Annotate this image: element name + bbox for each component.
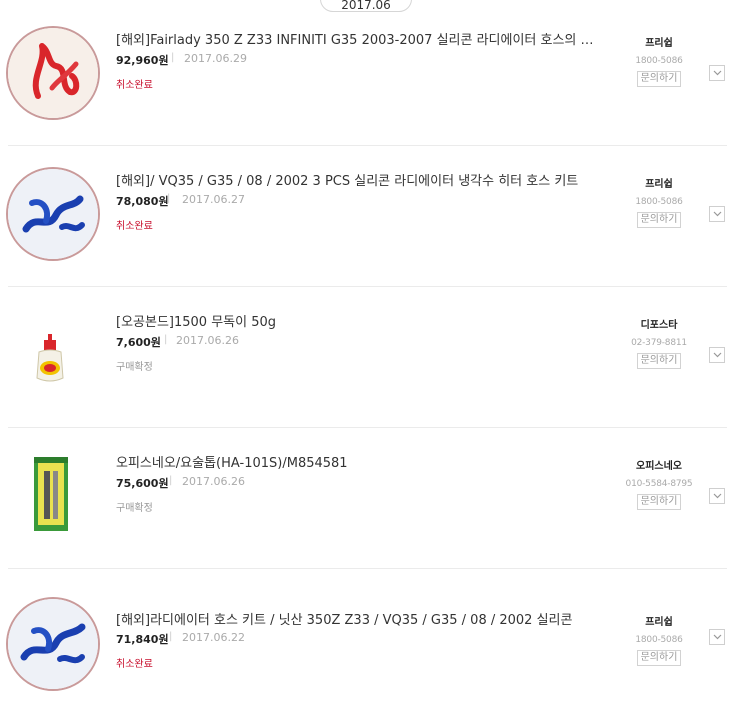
seller-phone: 1800-5086: [635, 197, 683, 207]
seller-name[interactable]: 프리쉽: [620, 613, 698, 628]
seller-name[interactable]: 프리쉽: [620, 175, 698, 190]
glue-bottle-image[interactable]: [6, 308, 96, 398]
chevron-down-icon: [713, 211, 721, 217]
seller-phone: 010-5584-8795: [625, 479, 693, 489]
stapler-package-image[interactable]: [6, 449, 96, 539]
blue-silicone-hose-image[interactable]: [6, 167, 100, 261]
seller-info: 디포스타 02-379-8811 문의하기: [620, 316, 698, 369]
seller-info: 프리쉽 1800-5086 문의하기: [620, 175, 698, 228]
order-row: [해외]라디에이터 호스 키트 / 닛산 350Z Z33 / VQ35 / G…: [0, 569, 743, 710]
order-price: 78,080원: [116, 195, 169, 208]
seller-name[interactable]: 프리쉽: [620, 34, 698, 49]
price-date-divider: |: [167, 193, 171, 204]
inquiry-button[interactable]: 문의하기: [636, 353, 682, 369]
expand-button[interactable]: [709, 488, 725, 504]
product-title[interactable]: [오공본드]1500 무독이 50g: [116, 311, 594, 330]
inquiry-button[interactable]: 문의하기: [636, 212, 682, 228]
order-status: 취소완료: [116, 80, 153, 91]
product-title[interactable]: [해외]라디에이터 호스 키트 / 닛산 350Z Z33 / VQ35 / G…: [116, 609, 594, 628]
order-row: [오공본드]1500 무독이 50g 7,600원 | 2017.06.26 구…: [0, 287, 743, 428]
product-thumbnail-graphic: [34, 457, 68, 531]
product-thumbnail-graphic: [8, 599, 98, 689]
order-status: 취소완료: [116, 221, 153, 232]
seller-name[interactable]: 오피스네오: [620, 457, 698, 472]
order-status: 구매확정: [116, 503, 153, 514]
inquiry-button[interactable]: 문의하기: [636, 650, 682, 666]
expand-button[interactable]: [709, 206, 725, 222]
seller-info: 프리쉽 1800-5086 문의하기: [620, 613, 698, 666]
red-silicone-hose-image[interactable]: [6, 26, 100, 120]
seller-phone: 1800-5086: [635, 56, 683, 66]
price-date-divider: |: [169, 475, 173, 486]
chevron-down-icon: [713, 352, 721, 358]
seller-name[interactable]: 디포스타: [620, 316, 698, 331]
seller-phone: 1800-5086: [635, 635, 683, 645]
chevron-down-icon: [713, 70, 721, 76]
order-date: 2017.06.27: [182, 193, 245, 206]
order-status: 취소완료: [116, 659, 153, 670]
product-title[interactable]: [해외]/ VQ35 / G35 / 08 / 2002 3 PCS 실리콘 라…: [116, 170, 594, 189]
inquiry-button[interactable]: 문의하기: [636, 494, 682, 510]
inquiry-button[interactable]: 문의하기: [636, 71, 682, 87]
product-title[interactable]: 오피스네오/요술톱(HA-101S)/M854581: [116, 452, 594, 471]
chevron-down-icon: [713, 493, 721, 499]
product-thumbnail-graphic: [8, 169, 98, 259]
price-date-divider: |: [171, 52, 175, 63]
product-thumbnail-graphic: [36, 334, 64, 382]
expand-button[interactable]: [709, 65, 725, 81]
price-date-divider: |: [169, 631, 173, 642]
chevron-down-icon: [713, 634, 721, 640]
order-price: 71,840원: [116, 633, 169, 646]
order-date: 2017.06.22: [182, 631, 245, 644]
product-title[interactable]: [해외]Fairlady 350 Z Z33 INFINITI G35 2003…: [116, 29, 594, 48]
order-status: 구매확정: [116, 362, 153, 373]
expand-button[interactable]: [709, 347, 725, 363]
price-date-divider: |: [164, 334, 168, 345]
seller-info: 프리쉽 1800-5086 문의하기: [620, 34, 698, 87]
order-date: 2017.06.26: [176, 334, 239, 347]
order-price: 7,600원: [116, 336, 161, 349]
seller-phone: 02-379-8811: [631, 338, 687, 348]
product-thumbnail-graphic: [8, 28, 98, 118]
order-price: 92,960원: [116, 54, 169, 67]
seller-info: 오피스네오 010-5584-8795 문의하기: [620, 457, 698, 510]
order-row: 오피스네오/요술톱(HA-101S)/M854581 75,600원 | 201…: [0, 428, 743, 569]
blue-silicone-hose-image[interactable]: [6, 597, 100, 691]
order-row: [해외]/ VQ35 / G35 / 08 / 2002 3 PCS 실리콘 라…: [0, 146, 743, 287]
expand-button[interactable]: [709, 629, 725, 645]
order-price: 75,600원: [116, 477, 169, 490]
order-date: 2017.06.26: [182, 475, 245, 488]
order-date: 2017.06.29: [184, 52, 247, 65]
order-row: [해외]Fairlady 350 Z Z33 INFINITI G35 2003…: [0, 5, 743, 146]
